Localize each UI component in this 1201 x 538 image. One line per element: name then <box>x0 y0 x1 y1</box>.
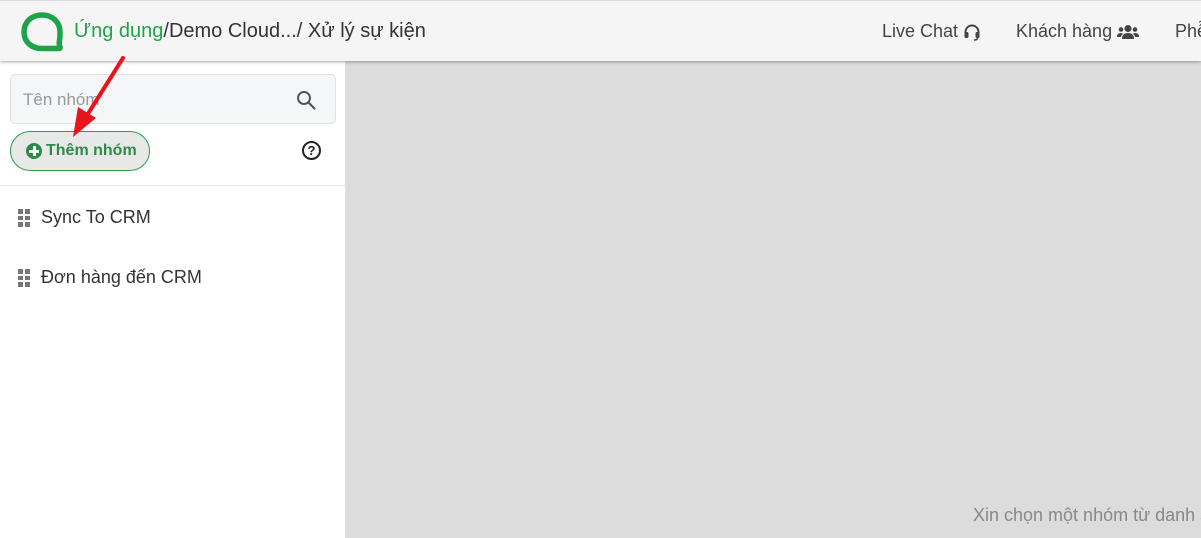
breadcrumb-separator: / <box>296 20 308 42</box>
nav-customers-label: Khách hàng <box>1016 21 1113 41</box>
app-logo-icon[interactable] <box>19 10 65 54</box>
group-list-item[interactable]: Đơn hàng đến CRM <box>18 267 202 288</box>
top-header: Ứng dụng/Demo Cloud.../ Xử lý sự kiện Li… <box>0 0 1201 61</box>
plus-circle-icon <box>26 143 42 159</box>
group-name: Sync To CRM <box>41 207 151 227</box>
divider <box>0 185 346 186</box>
users-icon <box>1117 24 1140 39</box>
drag-handle-icon[interactable] <box>18 209 30 227</box>
nav-live-chat[interactable]: Live Chat <box>882 21 981 42</box>
help-icon[interactable]: ? <box>302 141 321 160</box>
breadcrumb-project-link[interactable]: Demo Cloud... <box>169 20 297 42</box>
nav-live-chat-label: Live Chat <box>882 21 959 41</box>
nav-funnel-label: Phễ <box>1175 21 1201 41</box>
empty-state-message: Xin chọn một nhóm từ danh s <box>973 505 1201 525</box>
group-sidebar: Thêm nhóm ? Sync To CRM Đơn hàng đến CRM <box>0 61 346 538</box>
nav-customers[interactable]: Khách hàng <box>1016 21 1140 42</box>
annotation-arrow-icon <box>73 56 125 137</box>
drag-handle-icon[interactable] <box>18 269 30 287</box>
nav-funnel[interactable]: Phễ <box>1175 21 1201 42</box>
headset-icon <box>964 24 980 41</box>
group-list-item[interactable]: Sync To CRM <box>18 207 151 228</box>
search-icon[interactable] <box>296 90 316 110</box>
group-name: Đơn hàng đến CRM <box>41 267 202 287</box>
breadcrumb-current-page: Xử lý sự kiện <box>307 20 426 42</box>
breadcrumb-app-link[interactable]: Ứng dụng <box>74 20 163 42</box>
group-search-box <box>10 74 336 124</box>
breadcrumb: Ứng dụng/Demo Cloud.../ Xử lý sự kiện <box>74 20 426 43</box>
